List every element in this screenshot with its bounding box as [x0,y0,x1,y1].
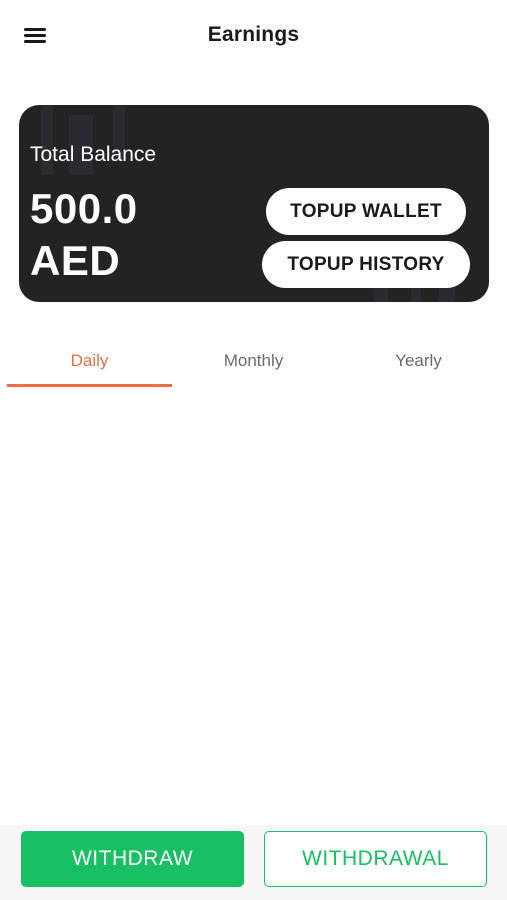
balance-card: Total Balance 500.0 AED TOPUP WALLET TOP… [19,105,489,302]
app-header: Earnings [0,0,507,72]
tab-yearly[interactable]: Yearly [336,335,501,387]
tab-monthly[interactable]: Monthly [171,335,336,387]
page-title: Earnings [207,23,300,46]
balance-value: 500.0 [30,185,138,232]
topup-wallet-button[interactable]: TOPUP WALLET [266,188,466,235]
period-tabs: Daily Monthly Yearly [0,335,507,390]
withdrawal-button[interactable]: WITHDRAWAL [264,831,487,887]
topup-history-button[interactable]: TOPUP HISTORY [262,241,470,288]
bottom-action-bar: WITHDRAW WITHDRAWAL [0,825,507,900]
balance-currency: AED [30,237,121,284]
total-balance-label: Total Balance [30,143,157,166]
withdraw-button[interactable]: WITHDRAW [21,831,244,887]
balance-amount: 500.0 AED [30,183,230,287]
active-tab-indicator [7,384,172,387]
tab-daily[interactable]: Daily [7,335,172,387]
earnings-screen: Earnings Total Balance 500.0 AED TOPUP W… [0,0,507,900]
